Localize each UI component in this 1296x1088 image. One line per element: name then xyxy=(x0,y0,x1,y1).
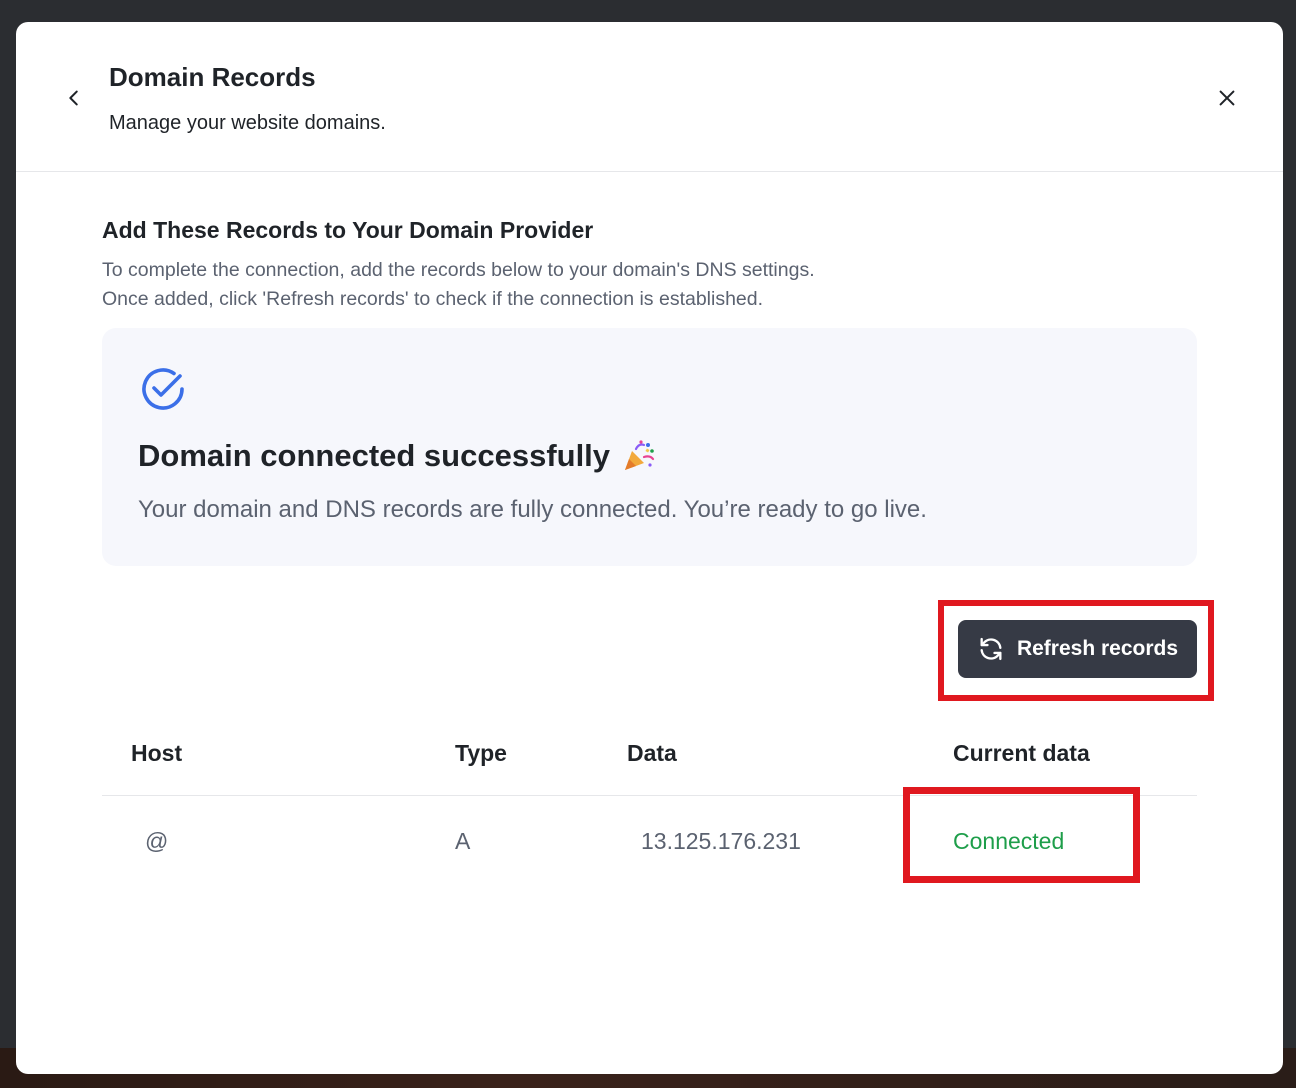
section-description-line: Once added, click 'Refresh records' to c… xyxy=(102,288,764,310)
cell-data: 13.125.176.231 xyxy=(641,828,801,854)
domain-records-modal: Domain Records Manage your website domai… xyxy=(16,22,1283,1074)
check-circle-icon xyxy=(142,368,184,410)
section-description: To complete the connection, add the reco… xyxy=(102,256,815,314)
table-header: Host Type Data Current data xyxy=(102,722,1197,796)
close-button[interactable] xyxy=(1213,84,1241,112)
section-description-line: To complete the connection, add the reco… xyxy=(102,259,815,281)
section-title: Add These Records to Your Domain Provide… xyxy=(102,217,594,243)
chevron-left-icon xyxy=(69,90,78,106)
modal-header: Domain Records Manage your website domai… xyxy=(16,22,1283,172)
success-title: Domain connected successfully xyxy=(138,438,656,474)
close-icon xyxy=(1219,90,1235,106)
column-header-current-data: Current data xyxy=(953,740,1090,766)
success-description: Your domain and DNS records are fully co… xyxy=(138,496,927,523)
column-header-host: Host xyxy=(131,740,183,766)
cell-host: @ xyxy=(145,828,169,854)
success-card: Domain connected successfully Your domai… xyxy=(102,328,1197,566)
column-header-data: Data xyxy=(627,740,677,766)
refresh-records-button[interactable]: Refresh records xyxy=(958,620,1197,678)
column-header-type: Type xyxy=(455,740,507,766)
status-highlight-box xyxy=(903,787,1140,883)
back-button[interactable] xyxy=(60,84,88,112)
success-title-text: Domain connected successfully xyxy=(138,438,611,473)
party-popper-icon xyxy=(625,440,655,470)
refresh-records-label: Refresh records xyxy=(1016,637,1179,660)
page-title: Domain Records xyxy=(109,62,316,92)
cell-type: A xyxy=(455,828,471,854)
refresh-icon xyxy=(980,637,1002,661)
page-subtitle: Manage your website domains. xyxy=(109,112,386,134)
